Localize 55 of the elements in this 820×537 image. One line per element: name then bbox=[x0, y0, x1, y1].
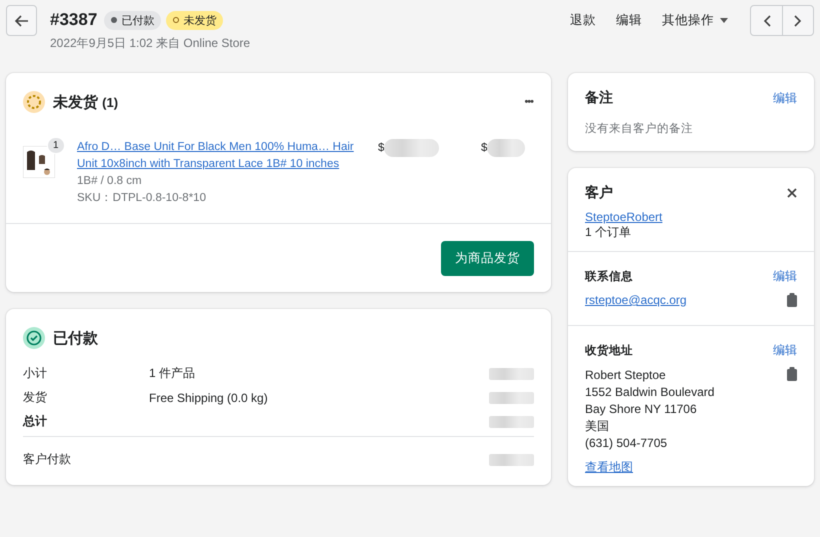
email-link[interactable]: rsteptoe@acqc.org bbox=[585, 293, 687, 307]
address-line: 美国 bbox=[585, 418, 610, 435]
redaction-blur bbox=[489, 368, 534, 380]
order-count: 1 个订单 bbox=[585, 224, 632, 241]
arrow-left-icon bbox=[14, 12, 30, 28]
redaction-blur bbox=[487, 139, 526, 157]
fulfill-button[interactable]: 为商品发货 bbox=[441, 241, 534, 276]
payment-label: 小计 bbox=[23, 365, 48, 382]
edit-link[interactable]: 编辑 bbox=[773, 90, 797, 106]
payment-label: 客户付款 bbox=[23, 451, 72, 468]
clipboard-icon[interactable] bbox=[787, 293, 797, 307]
chevron-right-icon bbox=[794, 14, 802, 26]
card-title: 客户 bbox=[585, 184, 613, 202]
edit-link[interactable]: 编辑 bbox=[773, 342, 797, 359]
payment-label: 发货 bbox=[23, 389, 48, 406]
card-title: 备注 bbox=[585, 89, 613, 107]
section-title: 联系信息 bbox=[585, 269, 633, 284]
redaction-blur bbox=[489, 454, 534, 466]
address-line: Bay Shore NY 11706 bbox=[585, 401, 698, 418]
sku-text: SKU：DTPL-0.8-10-8*10 bbox=[77, 191, 207, 206]
payment-label: 总计 bbox=[23, 413, 48, 430]
variant-text: 1B# / 0.8 cm bbox=[77, 174, 143, 189]
action-button[interactable]: 退款 bbox=[562, 6, 604, 35]
edit-link[interactable]: 编辑 bbox=[773, 268, 797, 285]
payment-detail: Free Shipping (0.0 kg) bbox=[149, 390, 269, 404]
caret-icon bbox=[720, 18, 728, 23]
customer-link[interactable]: SteptoeRobert bbox=[585, 210, 797, 224]
clipboard-icon[interactable] bbox=[787, 367, 797, 381]
check-circle-icon bbox=[23, 327, 45, 349]
quantity-badge: 1 bbox=[47, 137, 65, 154]
product-link[interactable]: Afro D… Base Unit For Black Men 100% Huma… Hair Unit 10x8inch with Transparent Lace 1B# 10 inches bbox=[77, 139, 367, 173]
map-link[interactable]: 查看地图 bbox=[585, 459, 633, 476]
more-actions-button[interactable]: 其他操作 bbox=[654, 6, 736, 35]
address-line: Robert Steptoe bbox=[585, 367, 667, 384]
order-date: 2022年9月5日 1:02 来自 Online Store bbox=[50, 35, 250, 52]
notes-text: 没有来自客户的备注 bbox=[585, 123, 693, 135]
action-button[interactable]: 编辑 bbox=[608, 6, 650, 35]
currency-sign: $ bbox=[481, 142, 488, 154]
close-icon[interactable] bbox=[787, 188, 797, 198]
order-number: #3387 bbox=[50, 10, 98, 30]
back-button[interactable] bbox=[6, 5, 37, 36]
status-badge: 未发货 bbox=[166, 10, 224, 30]
card-title: 已付款 bbox=[53, 328, 98, 348]
card-title: 未发货 (1) bbox=[53, 92, 118, 112]
currency-sign: $ bbox=[378, 142, 384, 154]
redaction-blur bbox=[489, 392, 534, 404]
chevron-left-icon bbox=[762, 14, 770, 26]
unfulfilled-icon bbox=[23, 91, 45, 113]
section-title: 收货地址 bbox=[585, 343, 633, 358]
redaction-blur bbox=[384, 139, 440, 157]
redaction-blur bbox=[489, 416, 534, 428]
address-line: 1552 Baldwin Boulevard bbox=[585, 384, 714, 401]
payment-detail: 1 件产品 bbox=[149, 365, 196, 382]
status-badge: 已付款 bbox=[104, 10, 162, 30]
address-line: (631) 504-7705 bbox=[585, 435, 668, 452]
